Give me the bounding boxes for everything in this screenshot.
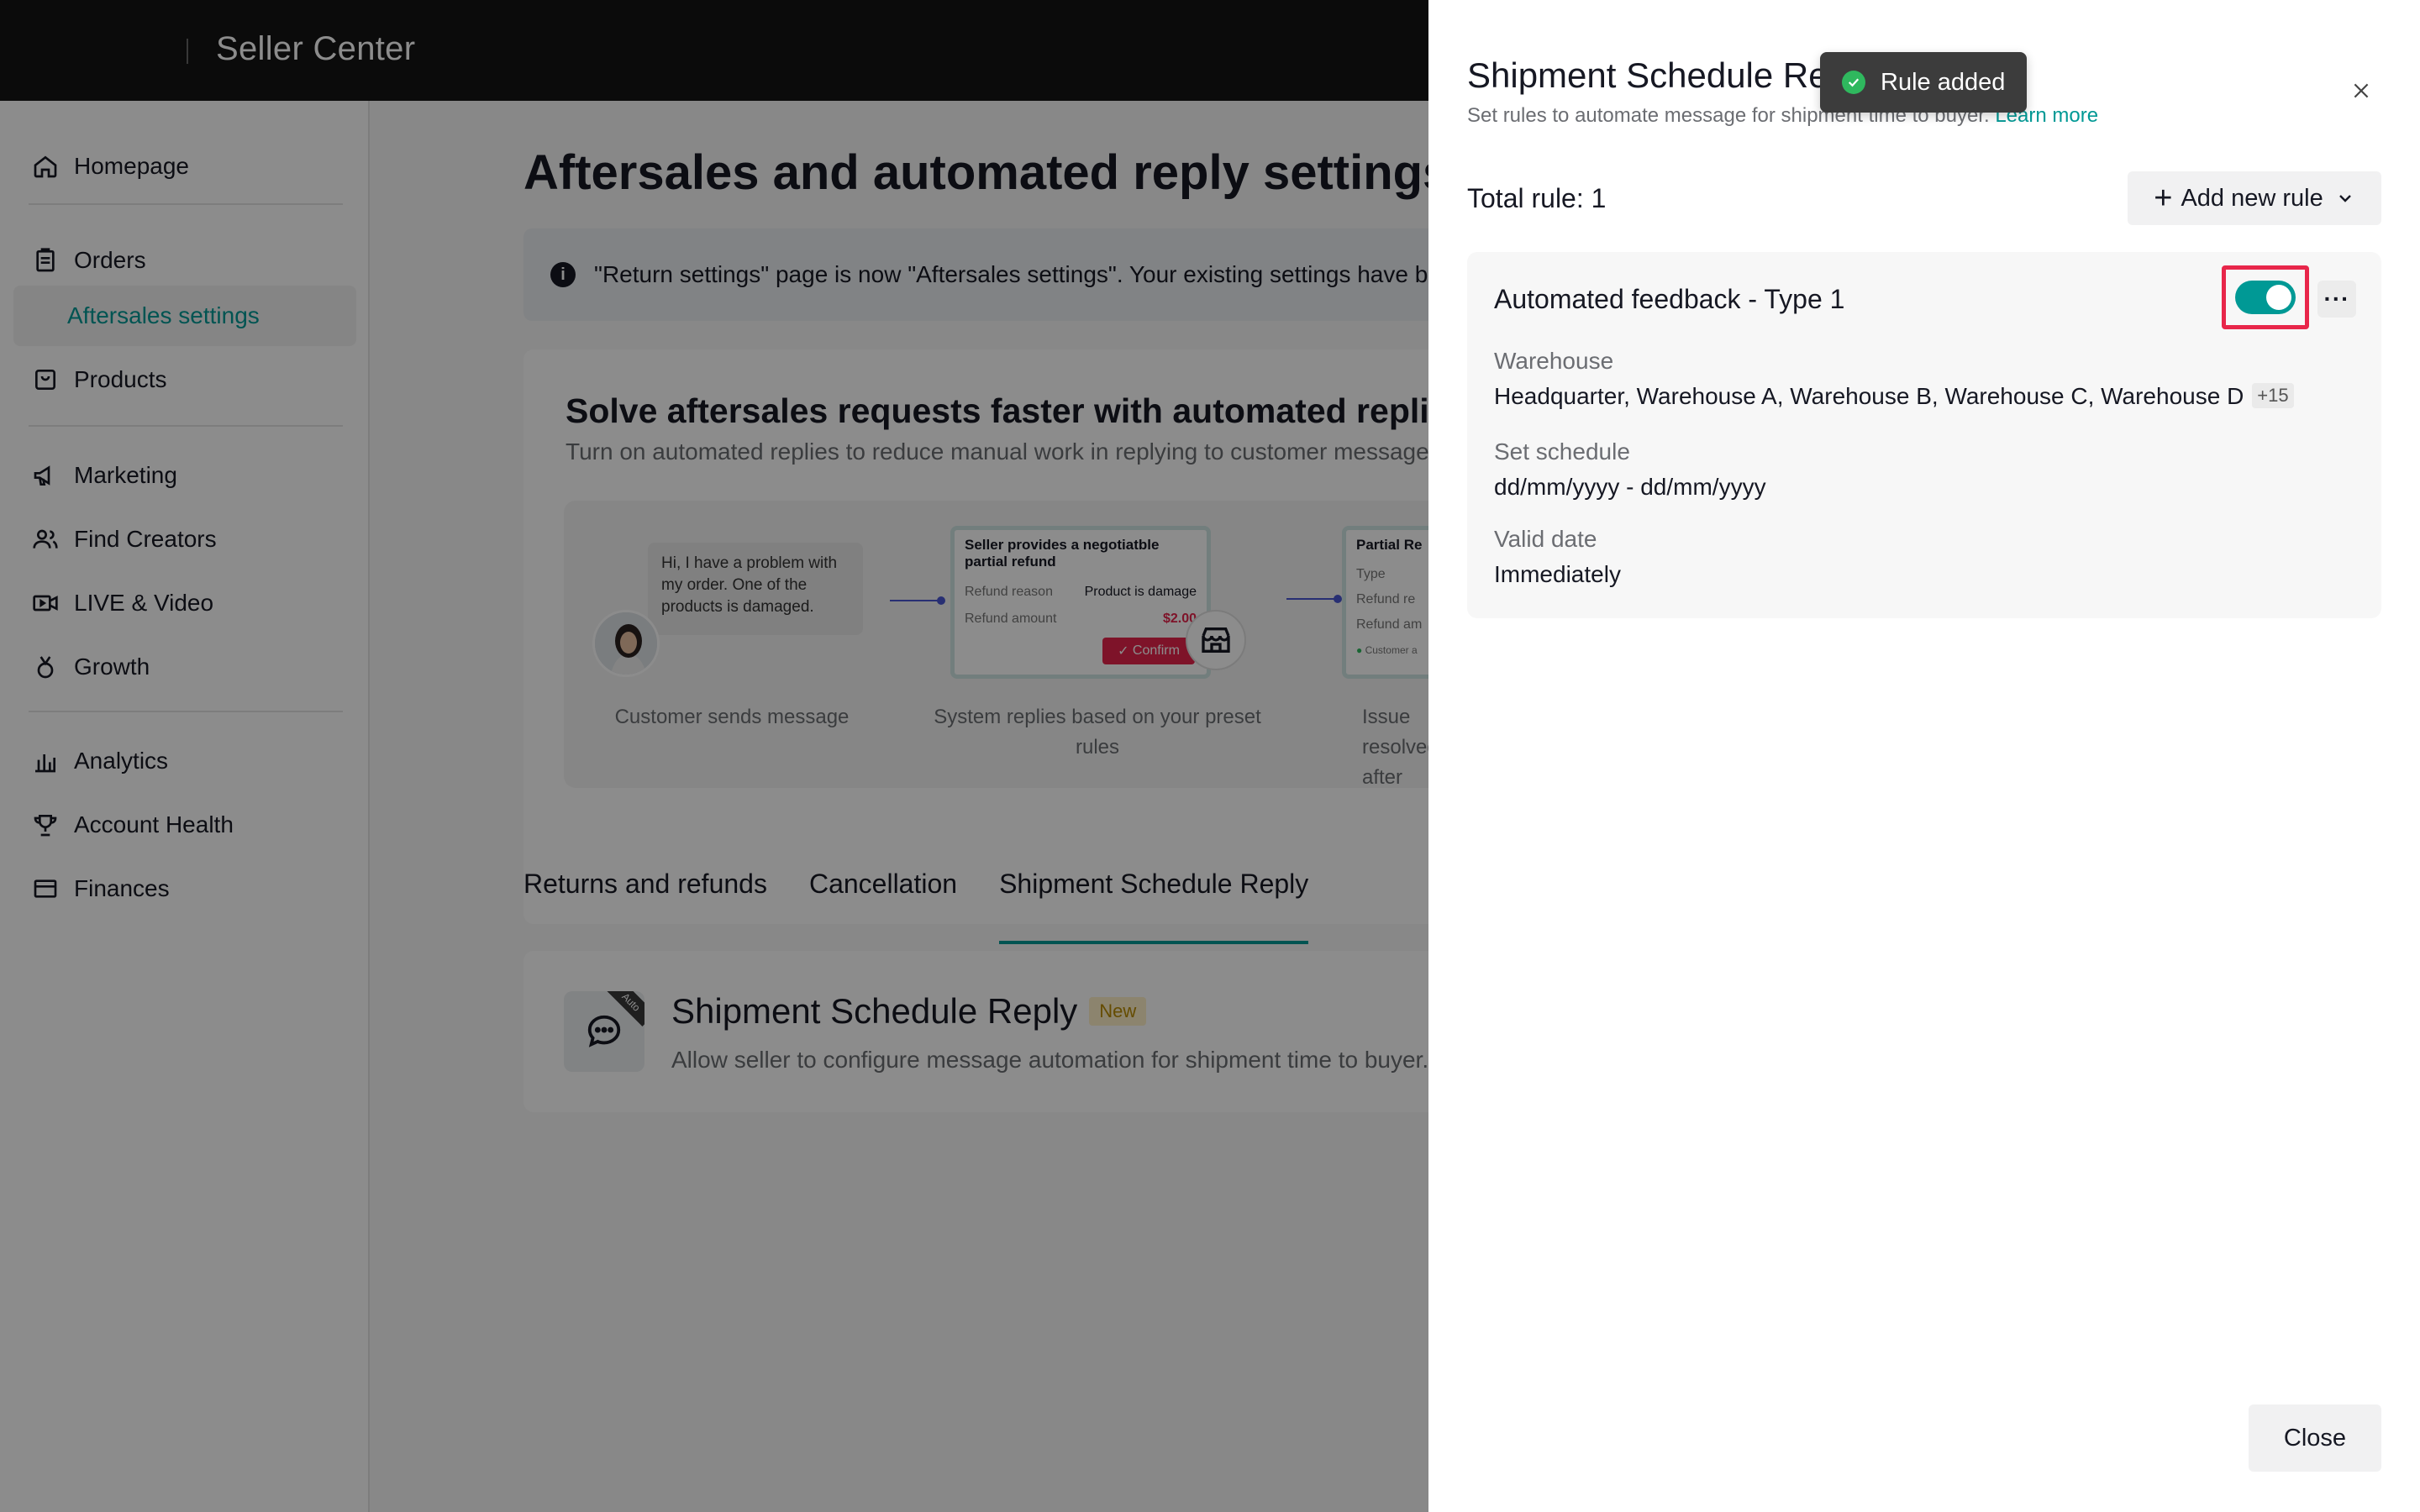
schedule-label: Set schedule [1494,438,1630,465]
modal-backdrop[interactable] [0,0,1428,1512]
toggle-knob [2266,285,2291,310]
rule-name: Automated feedback - Type 1 [1494,284,1845,314]
close-icon[interactable] [2348,77,2375,104]
toast-message: Rule added [1881,68,2006,96]
shipment-schedule-drawer: Shipment Schedule Reply Set rules to aut… [1428,0,2420,1512]
valid-date-value: Immediately [1494,561,1621,587]
rule-enable-toggle[interactable] [2235,281,2296,314]
rule-card: Automated feedback - Type 1 ··· Warehous… [1467,252,2381,618]
chevron-down-icon [2335,188,2355,208]
add-new-rule-label: Add new rule [2181,184,2323,212]
toggle-highlight [2222,265,2309,329]
warehouse-value: Headquarter, Warehouse A, Warehouse B, W… [1494,383,2294,410]
close-button[interactable]: Close [2249,1404,2381,1472]
total-rule-count: Total rule: 1 [1467,183,1607,213]
add-new-rule-button[interactable]: + Add new rule [2128,171,2381,225]
success-toast: Rule added [1820,52,2027,113]
plus-icon: + [2154,181,2173,216]
more-options-icon[interactable]: ··· [2317,281,2356,318]
warehouse-label: Warehouse [1494,348,1614,374]
valid-date-label: Valid date [1494,526,1597,552]
schedule-value: dd/mm/yyyy - dd/mm/yyyy [1494,474,1766,500]
warehouse-more-badge[interactable]: +15 [2252,383,2294,408]
drawer-title: Shipment Schedule Reply [1467,55,1874,95]
check-circle-icon [1842,71,1865,94]
